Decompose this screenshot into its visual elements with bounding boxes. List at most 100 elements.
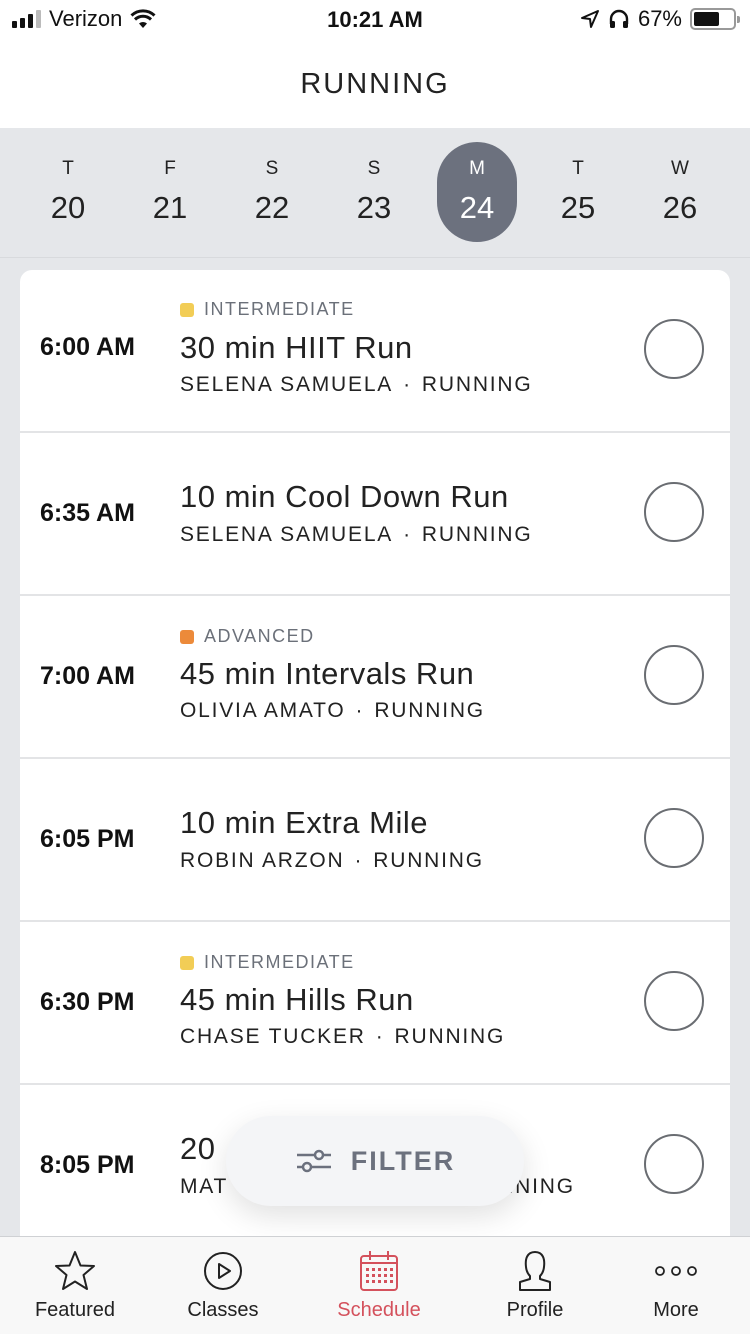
class-category: RUNNING <box>374 699 485 722</box>
day-mon-24[interactable]: M 24 <box>437 142 517 242</box>
level-label: ADVANCED <box>204 626 315 646</box>
class-title: 10 min Extra Mile <box>180 805 428 840</box>
day-sat-22[interactable]: S 22 <box>232 142 312 242</box>
battery-percent: 67% <box>637 6 682 31</box>
tab-bar: Featured Classes Schedule Profile More <box>0 1236 750 1334</box>
separator: · <box>354 849 364 872</box>
class-time: 8:05 PM <box>40 1151 135 1179</box>
sliders-icon <box>296 1149 331 1173</box>
class-category: RUNNING <box>394 1025 506 1048</box>
tab-profile[interactable]: Profile <box>460 1249 610 1322</box>
day-of-week: T <box>62 158 74 179</box>
day-sun-23[interactable]: S 23 <box>334 142 414 242</box>
level-label: INTERMEDIATE <box>204 299 355 319</box>
class-category: RUNNING <box>373 849 484 872</box>
class-title: 30 min HIIT Run <box>180 330 413 365</box>
separator: · <box>403 373 412 396</box>
bookmark-toggle[interactable] <box>644 1134 704 1194</box>
day-tue-20[interactable]: T 20 <box>28 142 108 242</box>
bookmark-toggle[interactable] <box>644 971 704 1031</box>
page-title: RUNNING <box>300 67 450 100</box>
bookmark-toggle[interactable] <box>644 482 704 542</box>
instructor-name: ROBIN ARZON <box>180 849 345 872</box>
class-row[interactable]: 7:00 AM ADVANCED 45 min Intervals Run OL… <box>20 596 730 759</box>
day-of-week: W <box>671 158 689 179</box>
class-title: 45 min Intervals Run <box>180 656 475 691</box>
bookmark-toggle[interactable] <box>644 808 704 868</box>
bookmark-toggle[interactable] <box>644 645 704 705</box>
day-of-week: S <box>265 158 279 179</box>
instructor-name: OLIVIA AMATO <box>180 699 346 722</box>
class-row[interactable]: 6:30 PM INTERMEDIATE 45 min Hills Run CH… <box>20 922 730 1085</box>
person-icon <box>519 1251 551 1291</box>
day-number: 25 <box>560 190 596 225</box>
level-tag: ADVANCED <box>180 626 315 647</box>
day-number: 23 <box>356 190 392 225</box>
tab-label: Schedule <box>337 1299 421 1321</box>
class-time: 7:00 AM <box>40 662 135 690</box>
class-time: 6:00 AM <box>40 333 135 361</box>
tab-featured[interactable]: Featured <box>0 1249 150 1322</box>
class-time: 6:30 PM <box>40 988 135 1016</box>
class-category: RUNNING <box>421 373 533 396</box>
class-meta: SELENA SAMUELA · RUNNING <box>180 523 533 547</box>
class-time: 6:35 AM <box>40 499 135 527</box>
filter-button[interactable]: FILTER <box>226 1116 524 1206</box>
star-icon <box>55 1251 95 1290</box>
day-number: 22 <box>254 190 290 225</box>
battery-fill <box>694 12 720 26</box>
level-dot-icon <box>180 629 194 644</box>
day-number: 20 <box>50 190 86 225</box>
instructor-name: MAT <box>180 1175 229 1198</box>
battery-icon <box>690 8 740 30</box>
level-tag: INTERMEDIATE <box>180 299 355 320</box>
instructor-name: SELENA SAMUELA <box>180 523 394 546</box>
day-tue-25[interactable]: T 25 <box>538 142 618 242</box>
separator: · <box>355 699 365 722</box>
tab-label: Profile <box>506 1299 564 1321</box>
class-meta: CHASE TUCKER · RUNNING <box>180 1025 505 1049</box>
class-category: RUNNING <box>421 523 533 546</box>
class-meta: SELENA SAMUELA · RUNNING <box>180 373 533 397</box>
day-number: 21 <box>152 190 188 225</box>
location-arrow-icon <box>580 10 599 28</box>
tab-more[interactable]: More <box>601 1249 750 1322</box>
week-selector: T 20 F 21 S 22 S 23 M 24 T 25 W 26 <box>0 128 750 258</box>
level-dot-icon <box>180 955 194 970</box>
day-of-week: F <box>164 158 176 179</box>
tab-label: More <box>653 1299 699 1321</box>
day-of-week: M <box>469 158 485 179</box>
calendar-icon <box>360 1251 398 1291</box>
separator: · <box>375 1025 385 1048</box>
day-fri-21[interactable]: F 21 <box>130 142 210 242</box>
separator: · <box>403 523 412 546</box>
bookmark-toggle[interactable] <box>644 319 704 379</box>
class-row[interactable]: 6:00 AM INTERMEDIATE 30 min HIIT Run SEL… <box>20 270 730 433</box>
more-icon <box>655 1266 697 1276</box>
day-number: 26 <box>662 190 698 225</box>
day-of-week: S <box>367 158 381 179</box>
day-of-week: T <box>572 158 584 179</box>
tab-schedule[interactable]: Schedule <box>304 1249 454 1322</box>
tab-label: Classes <box>187 1299 259 1321</box>
level-tag: INTERMEDIATE <box>180 952 355 973</box>
day-number: 24 <box>459 190 495 225</box>
class-title: 10 min Cool Down Run <box>180 479 509 514</box>
class-meta: ROBIN ARZON · RUNNING <box>180 849 484 873</box>
class-row[interactable]: 6:35 AM 10 min Cool Down Run SELENA SAMU… <box>20 433 730 596</box>
page-header: RUNNING <box>0 40 750 128</box>
status-bar: Verizon 10:21 AM 67% <box>0 0 750 40</box>
headphones-icon <box>609 9 629 28</box>
class-title: 45 min Hills Run <box>180 982 414 1017</box>
class-row[interactable]: 6:05 PM 10 min Extra Mile ROBIN ARZON · RU… <box>20 759 730 922</box>
class-title: 20 <box>180 1131 216 1166</box>
instructor-name: SELENA SAMUELA <box>180 373 394 396</box>
status-right: 67% <box>580 6 740 32</box>
class-time: 6:05 PM <box>40 825 135 853</box>
schedule-screen: Verizon 10:21 AM 67% RUNNING T 20 F 21 S 22… <box>0 0 750 1334</box>
tab-classes[interactable]: Classes <box>148 1249 298 1322</box>
class-meta: OLIVIA AMATO · RUNNING <box>180 699 485 723</box>
day-wed-26[interactable]: W 26 <box>640 142 720 242</box>
tab-label: Featured <box>34 1299 116 1321</box>
instructor-name: CHASE TUCKER <box>180 1025 366 1048</box>
